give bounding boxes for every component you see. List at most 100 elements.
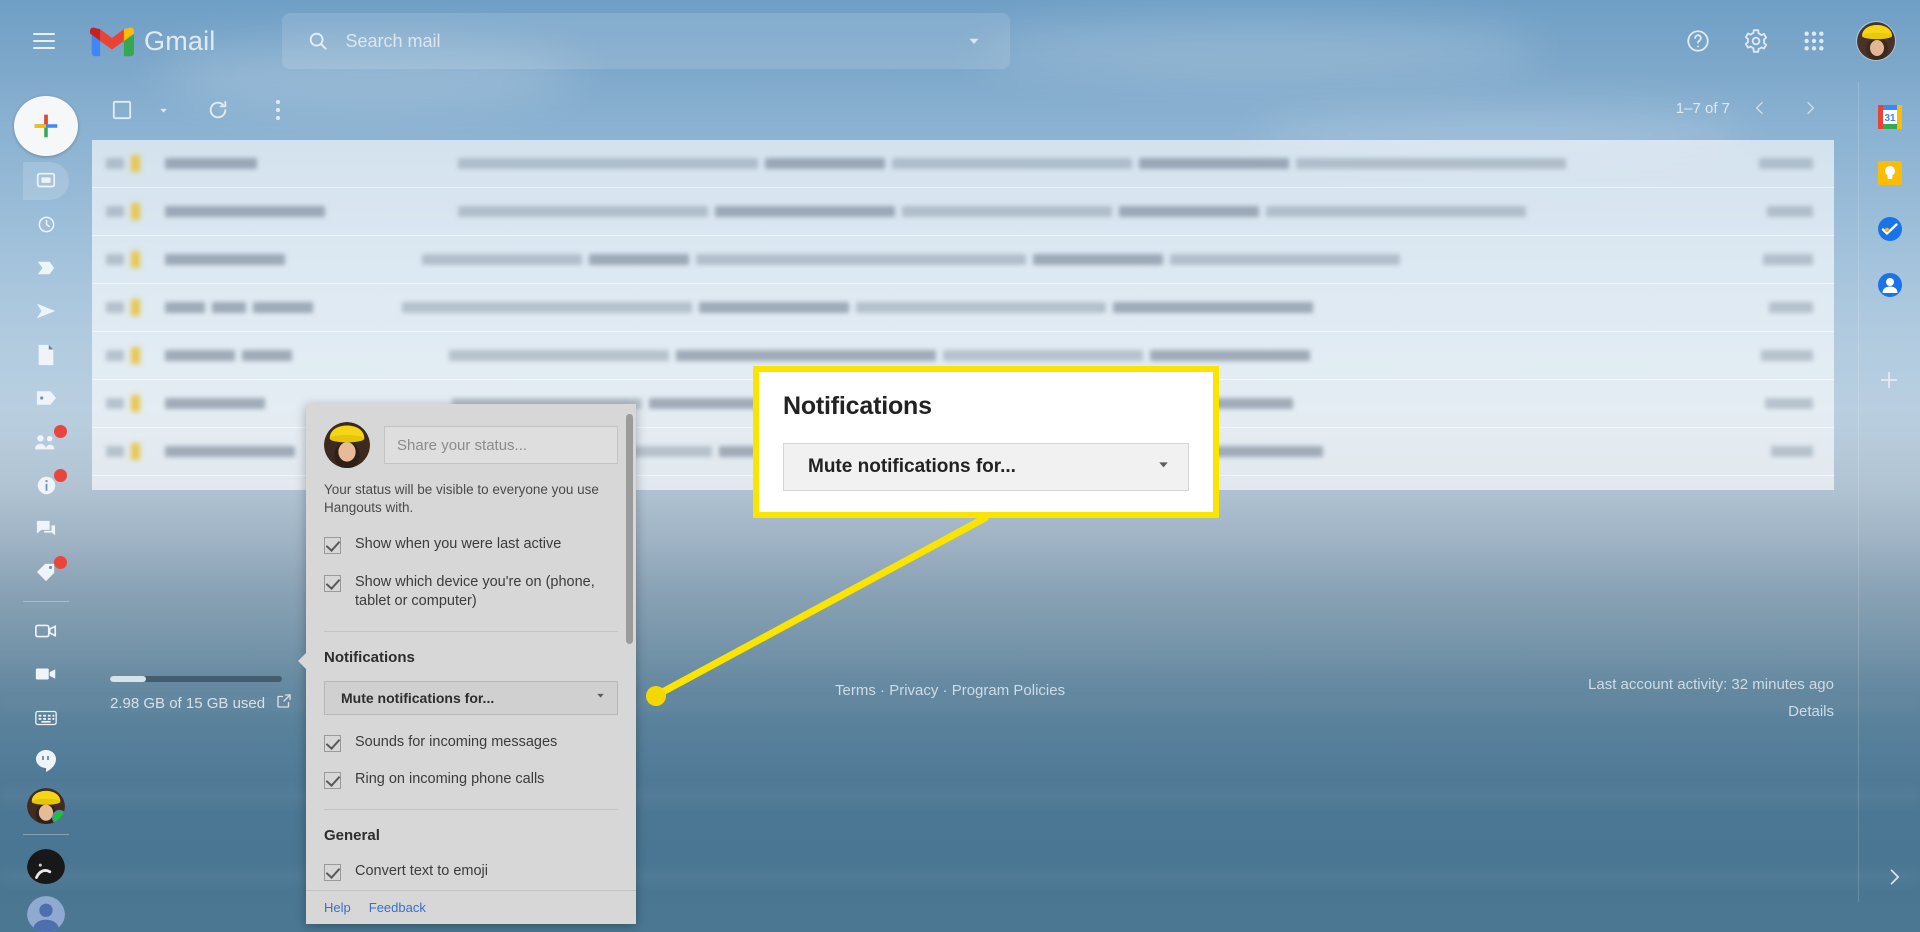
- callout-mute-notifications-label: Mute notifications for...: [808, 456, 1016, 477]
- google-calendar-icon[interactable]: 31: [1877, 104, 1903, 130]
- chevron-down-icon[interactable]: [954, 21, 994, 61]
- sidebar-item-people[interactable]: [23, 423, 69, 461]
- search-input[interactable]: [345, 30, 954, 52]
- rail-divider: [23, 833, 69, 835]
- more-options-icon[interactable]: [256, 88, 300, 132]
- general-section-title: General: [324, 827, 380, 845]
- open-in-new-icon[interactable]: [275, 692, 293, 714]
- storage-usage-label: 2.98 GB of 15 GB used: [110, 694, 266, 712]
- hangouts-settings-scroll-area: Your status will be visible to everyone …: [306, 404, 636, 890]
- mute-notifications-select[interactable]: Mute notifications for...: [324, 680, 618, 715]
- account-activity-details-link[interactable]: Details: [1588, 703, 1834, 720]
- sidebar-item-important[interactable]: [23, 249, 69, 287]
- panel-scrollbar[interactable]: [626, 414, 633, 644]
- left-icon-rail: [0, 82, 92, 932]
- pagination-controls: 1–7 of 7: [1676, 88, 1830, 128]
- google-contacts-icon[interactable]: [1877, 272, 1903, 298]
- footer-separator: ·: [942, 682, 948, 699]
- gmail-wordmark: Gmail: [144, 25, 216, 56]
- callout-mute-notifications-select[interactable]: Mute notifications for...: [783, 443, 1189, 491]
- table-row[interactable]: [92, 188, 1834, 236]
- footer-link-program-policies[interactable]: Program Policies: [952, 682, 1065, 699]
- header-actions: [1674, 17, 1896, 65]
- search-icon[interactable]: [298, 21, 338, 61]
- feedback-link[interactable]: Feedback: [369, 900, 426, 915]
- hangouts-panel-footer: Help Feedback: [306, 890, 636, 924]
- footer-link-privacy[interactable]: Privacy: [889, 682, 938, 699]
- footer-separator: ·: [880, 682, 886, 699]
- checkbox-label: Show when you were last active: [355, 536, 562, 553]
- sidebar-item-sent[interactable]: [23, 293, 69, 331]
- sidebar-item-drafts[interactable]: [23, 336, 69, 374]
- last-account-activity-label: Last account activity: 32 minutes ago: [1588, 676, 1834, 693]
- select-all-checkbox[interactable]: [100, 88, 144, 132]
- apps-grid-icon[interactable]: [1790, 17, 1838, 65]
- help-icon[interactable]: [1674, 17, 1722, 65]
- google-tasks-icon[interactable]: [1877, 216, 1903, 242]
- rail-divider: [23, 601, 69, 603]
- callout-title: Notifications: [783, 392, 932, 420]
- sidebar-item-dialpad[interactable]: [23, 699, 69, 737]
- share-status-input[interactable]: [384, 426, 618, 464]
- checkbox-show-last-active[interactable]: Show when you were last active: [324, 535, 618, 555]
- sidebar-item-video-outline[interactable]: [23, 612, 69, 650]
- older-page-chevron-right-icon[interactable]: [1790, 88, 1830, 128]
- hangouts-settings-panel: Your status will be visible to everyone …: [298, 404, 636, 924]
- gear-icon[interactable]: [1732, 17, 1780, 65]
- checkbox-icon[interactable]: [324, 537, 341, 555]
- sidebar-item-video-solid[interactable]: [23, 656, 69, 694]
- sidebar-item-chat-rooms[interactable]: [23, 162, 69, 200]
- refresh-icon[interactable]: [196, 88, 240, 132]
- footer-links: Terms · Privacy · Program Policies: [835, 682, 1065, 699]
- hangouts-user-avatar: [324, 422, 370, 468]
- notification-badge: [54, 555, 67, 569]
- status-visibility-note: Your status will be visible to everyone …: [324, 482, 599, 516]
- select-dropdown-chevron-down-icon[interactable]: [150, 88, 176, 132]
- side-panel-rail: 31: [1858, 82, 1920, 902]
- account-activity-footer: Last account activity: 32 minutes ago De…: [1588, 676, 1834, 720]
- expand-side-panel-chevron-right-icon[interactable]: [1884, 867, 1904, 892]
- checkbox-label: Sounds for incoming messages: [355, 733, 558, 750]
- table-row[interactable]: [92, 140, 1834, 188]
- pagination-range: 1–7 of 7: [1675, 99, 1730, 117]
- checkbox-icon[interactable]: [324, 771, 341, 789]
- account-avatar[interactable]: [1856, 21, 1896, 61]
- contact-avatar-2[interactable]: [27, 896, 65, 932]
- search-bar[interactable]: [281, 13, 1010, 69]
- help-link[interactable]: Help: [324, 900, 351, 915]
- chevron-down-icon: [1155, 456, 1172, 478]
- sidebar-item-label[interactable]: [23, 380, 69, 418]
- checkbox-sounds-incoming-messages[interactable]: Sounds for incoming messages: [324, 733, 618, 752]
- checkbox-icon[interactable]: [324, 864, 341, 882]
- compose-button[interactable]: [14, 96, 78, 157]
- get-addons-plus-icon[interactable]: [1877, 368, 1903, 394]
- water-band: [0, 870, 1920, 882]
- sidebar-item-info[interactable]: [23, 467, 69, 505]
- sidebar-item-hangouts[interactable]: [23, 743, 69, 781]
- checkbox-icon[interactable]: [324, 574, 341, 592]
- table-row[interactable]: [92, 236, 1834, 284]
- checkbox-convert-text-to-emoji[interactable]: Convert text to emoji: [324, 862, 618, 882]
- table-row[interactable]: [92, 284, 1834, 332]
- sidebar-item-chat[interactable]: [23, 510, 69, 548]
- checkbox-label: Convert text to emoji: [355, 863, 488, 880]
- sidebar-item-offers[interactable]: [23, 554, 69, 592]
- footer-link-terms[interactable]: Terms: [835, 682, 876, 699]
- newer-page-chevron-left-icon[interactable]: [1740, 88, 1780, 128]
- water-band: [0, 790, 1920, 804]
- notifications-callout: Notifications Mute notifications for...: [753, 366, 1219, 518]
- google-keep-icon[interactable]: [1877, 160, 1903, 186]
- hangouts-self-avatar[interactable]: [27, 788, 65, 824]
- contact-avatar-1[interactable]: [27, 848, 65, 885]
- notifications-section-title: Notifications: [324, 648, 415, 666]
- section-divider: [324, 809, 618, 811]
- gmail-logo[interactable]: Gmail: [90, 24, 216, 58]
- checkbox-ring-incoming-calls[interactable]: Ring on incoming phone calls: [324, 770, 618, 789]
- storage-progress-bar: [110, 676, 282, 682]
- checkbox-label: Show which device you're on (phone, tabl…: [355, 573, 595, 609]
- sidebar-item-snoozed[interactable]: [23, 206, 69, 244]
- checkbox-icon[interactable]: [324, 734, 341, 752]
- checkbox-show-device[interactable]: Show which device you're on (phone, tabl…: [324, 573, 618, 611]
- gmail-m-icon: [90, 27, 134, 57]
- hamburger-icon[interactable]: [20, 17, 68, 65]
